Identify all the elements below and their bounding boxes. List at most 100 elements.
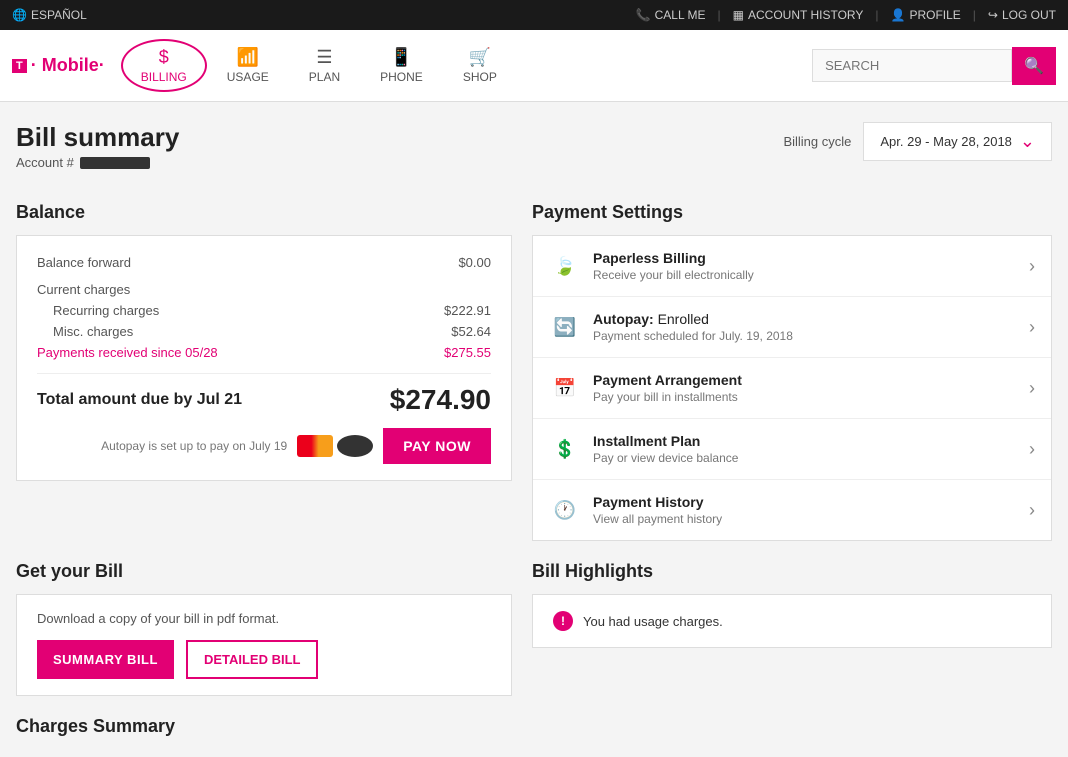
misc-charges-label: Misc. charges (53, 324, 133, 339)
installment-plan-subtitle: Pay or view device balance (593, 451, 1029, 465)
language-label[interactable]: ESPAÑOL (31, 8, 87, 22)
payment-settings-list: 🍃 Paperless Billing Receive your bill el… (532, 235, 1052, 541)
nav-phone[interactable]: 📱 PHONE (360, 39, 443, 92)
phone-nav-icon: 📱 (390, 47, 412, 68)
main-content: Bill summary Account # Billing cycle Apr… (0, 102, 1068, 757)
nav: T · Mobile· $ BILLING 📶 USAGE ☰ PLAN 📱 P… (0, 30, 1068, 102)
card-other-icon (337, 435, 373, 457)
get-bill-card: Download a copy of your bill in pdf form… (16, 594, 512, 696)
payment-settings-title: Payment Settings (532, 202, 1052, 223)
chevron-right-icon-5: › (1029, 500, 1035, 521)
bill-highlights-title: Bill Highlights (532, 561, 1052, 582)
recurring-charges-value: $222.91 (444, 303, 491, 318)
highlight-item-1: ! You had usage charges. (553, 611, 1031, 631)
balance-forward-row: Balance forward $0.00 (37, 252, 491, 273)
installment-plan-content: Installment Plan Pay or view device bala… (593, 433, 1029, 465)
autopay-text: Autopay is set up to pay on July 19 (101, 439, 287, 453)
warning-badge: ! (553, 611, 573, 631)
search-area: 🔍 (812, 47, 1056, 85)
account-number: Account # (16, 155, 179, 170)
summary-bill-button[interactable]: SUMMARY BILL (37, 640, 174, 679)
payments-received-value: $275.55 (444, 345, 491, 360)
recurring-charges-label: Recurring charges (53, 303, 159, 318)
card-icons (297, 435, 373, 457)
billing-cycle-row: Billing cycle Apr. 29 - May 28, 2018 ⌄ (783, 122, 1052, 161)
chevron-right-icon-2: › (1029, 317, 1035, 338)
bill-highlights-section: Bill Highlights ! You had usage charges. (532, 561, 1052, 696)
billing-icon: $ (159, 47, 169, 68)
top-bar-left: 🌐 ESPAÑOL (12, 8, 87, 22)
phone-icon: 📞 (636, 8, 651, 22)
balance-card: Balance forward $0.00 Current charges Re… (16, 235, 512, 481)
payment-history-content: Payment History View all payment history (593, 494, 1029, 526)
balance-section-title: Balance (16, 202, 512, 223)
balance-forward-label: Balance forward (37, 255, 131, 270)
payment-history-item[interactable]: 🕐 Payment History View all payment histo… (533, 480, 1051, 540)
get-bill-description: Download a copy of your bill in pdf form… (37, 611, 491, 626)
logout-link[interactable]: ↪ LOG OUT (988, 8, 1056, 22)
search-button[interactable]: 🔍 (1012, 47, 1056, 85)
leaf-icon: 🍃 (549, 250, 581, 282)
bill-buttons: SUMMARY BILL DETAILED BILL (37, 640, 491, 679)
payment-history-subtitle: View all payment history (593, 512, 1029, 526)
total-amount: $274.90 (390, 384, 491, 416)
bill-header: Bill summary Account # (16, 122, 179, 170)
page-title: Bill summary (16, 122, 179, 153)
current-charges-row: Current charges (37, 279, 491, 300)
total-label: Total amount due by Jul 21 (37, 391, 242, 409)
chevron-right-icon-4: › (1029, 439, 1035, 460)
misc-charges-value: $52.64 (451, 324, 491, 339)
paperless-billing-item[interactable]: 🍃 Paperless Billing Receive your bill el… (533, 236, 1051, 297)
history-icon: ▦ (733, 8, 744, 22)
payment-arrangement-content: Payment Arrangement Pay your bill in ins… (593, 372, 1029, 404)
autopay-item[interactable]: 🔄 Autopay: Enrolled Payment scheduled fo… (533, 297, 1051, 358)
payments-received-row[interactable]: Payments received since 05/28 $275.55 (37, 342, 491, 363)
get-bill-section: Get your Bill Download a copy of your bi… (16, 561, 512, 696)
account-redacted (80, 157, 150, 169)
payment-arrangement-subtitle: Pay your bill in installments (593, 390, 1029, 404)
installment-plan-item[interactable]: 💲 Installment Plan Pay or view device ba… (533, 419, 1051, 480)
billing-cycle-selector[interactable]: Apr. 29 - May 28, 2018 ⌄ (863, 122, 1052, 161)
mastercard-icon (297, 435, 333, 457)
search-input[interactable] (812, 49, 1012, 82)
nav-shop[interactable]: 🛒 SHOP (443, 39, 517, 92)
payment-arrangement-title: Payment Arrangement (593, 372, 1029, 388)
nav-plan[interactable]: ☰ PLAN (289, 39, 360, 92)
paperless-billing-title: Paperless Billing (593, 250, 1029, 266)
nav-usage[interactable]: 📶 USAGE (207, 39, 289, 92)
logout-icon: ↪ (988, 8, 998, 22)
installment-plan-title: Installment Plan (593, 433, 1029, 449)
charges-summary-title: Charges Summary (16, 716, 1052, 737)
nav-billing[interactable]: $ BILLING (121, 39, 207, 92)
recurring-charges-row: Recurring charges $222.91 (37, 300, 491, 321)
get-bill-title: Get your Bill (16, 561, 512, 582)
autopay-title: Autopay: Enrolled (593, 311, 1029, 327)
detailed-bill-button[interactable]: DETAILED BILL (186, 640, 319, 679)
top-bar-right: 📞 CALL ME | ▦ ACCOUNT HISTORY | 👤 PROFIL… (636, 8, 1056, 22)
payment-history-title: Payment History (593, 494, 1029, 510)
pay-now-button[interactable]: PAY NOW (383, 428, 491, 464)
person-icon: 👤 (890, 8, 905, 22)
globe-icon: 🌐 (12, 8, 27, 22)
profile-link[interactable]: 👤 PROFILE (890, 8, 960, 22)
highlight-text: You had usage charges. (583, 614, 723, 629)
payment-arrangement-item[interactable]: 📅 Payment Arrangement Pay your bill in i… (533, 358, 1051, 419)
left-column: Balance Balance forward $0.00 Current ch… (16, 202, 512, 541)
plan-icon: ☰ (316, 47, 332, 68)
dollar-icon: 💲 (549, 433, 581, 465)
paperless-billing-content: Paperless Billing Receive your bill elec… (593, 250, 1029, 282)
bottom-row: Get your Bill Download a copy of your bi… (16, 561, 1052, 696)
current-charges-label: Current charges (37, 282, 130, 297)
call-me-link[interactable]: 📞 CALL ME (636, 8, 706, 22)
account-history-link[interactable]: ▦ ACCOUNT HISTORY (733, 8, 864, 22)
right-column: Payment Settings 🍃 Paperless Billing Rec… (532, 202, 1052, 541)
autopay-subtitle: Payment scheduled for July. 19, 2018 (593, 329, 1029, 343)
autopay-row: Autopay is set up to pay on July 19 PAY … (37, 428, 491, 464)
chevron-right-icon-3: › (1029, 378, 1035, 399)
refresh-icon: 🔄 (549, 311, 581, 343)
usage-icon: 📶 (237, 47, 259, 68)
calendar-icon: 📅 (549, 372, 581, 404)
tmobile-logo: T · Mobile· (12, 55, 105, 76)
misc-charges-row: Misc. charges $52.64 (37, 321, 491, 342)
shop-icon: 🛒 (469, 47, 491, 68)
